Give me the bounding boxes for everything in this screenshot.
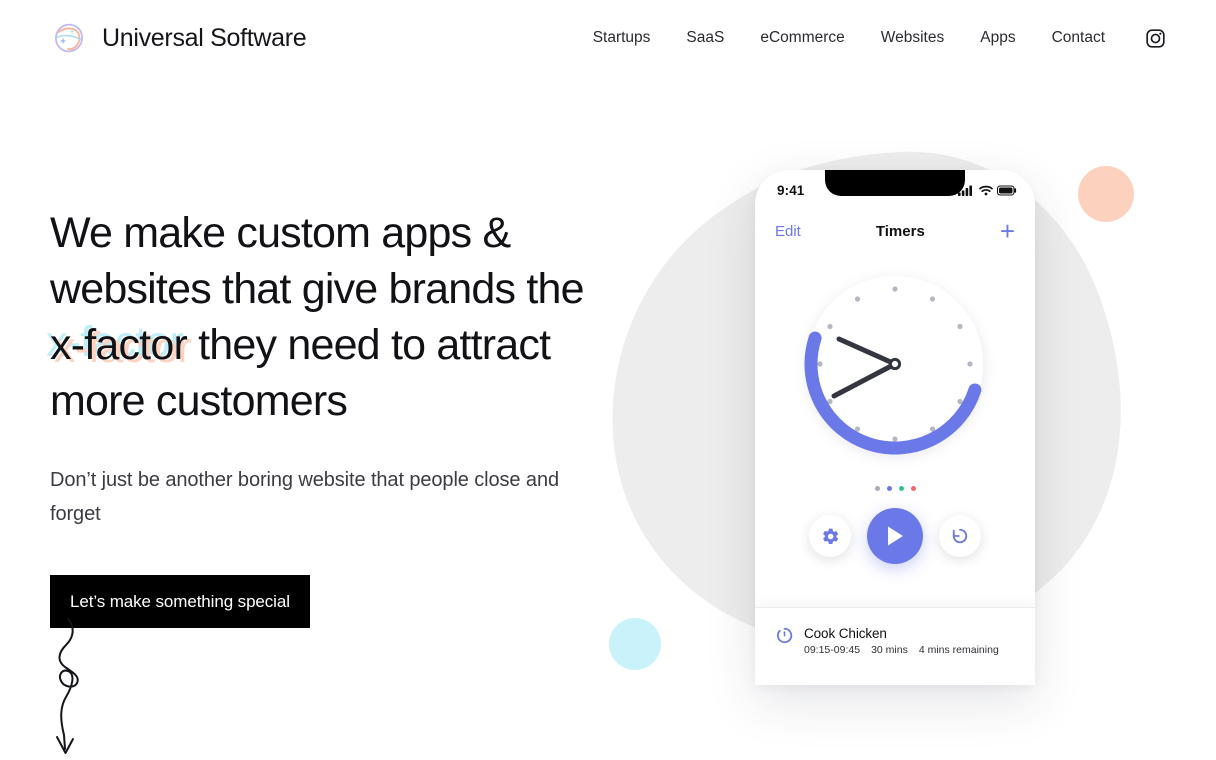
page-title: We make custom apps & websites that give… — [46, 205, 610, 429]
page-dot[interactable] — [874, 486, 880, 491]
instagram-icon — [1146, 28, 1165, 48]
brand-logo[interactable]: Universal Software — [50, 19, 307, 57]
hero-illustration: 9:41 Edit Timers + Cook Chicken 09:15-09… — [600, 130, 1200, 690]
page-dot[interactable] — [886, 486, 892, 491]
headline-text-leading: We make custom apps & websites that give… — [50, 209, 585, 313]
nav-item-saas[interactable]: SaaS — [686, 29, 724, 47]
play-icon — [888, 526, 903, 546]
timer-remaining: 4 mins remaining — [918, 644, 999, 656]
timer-controls — [755, 508, 1035, 564]
page-dot[interactable] — [898, 486, 904, 491]
decorative-peach-circle — [1078, 166, 1134, 222]
nav-item-apps[interactable]: Apps — [980, 29, 1015, 47]
edit-button[interactable]: Edit — [775, 223, 801, 240]
status-time: 9:41 — [777, 182, 805, 198]
orb-logo-icon — [50, 19, 88, 57]
highlight-foreground: x-factor — [50, 321, 188, 369]
timer-list-item[interactable]: Cook Chicken 09:15-09:45 30 mins 4 mins … — [755, 607, 1035, 685]
phone-nav-bar: Edit Timers + — [755, 214, 1035, 248]
reset-button[interactable] — [939, 515, 981, 557]
nav-item-contact[interactable]: Contact — [1052, 29, 1105, 47]
screen-title: Timers — [875, 222, 925, 240]
hero-content: We make custom apps & websites that give… — [46, 205, 610, 628]
restore-counterclockwise-icon — [952, 528, 968, 544]
hero-subheading: Don’t just be another boring website tha… — [50, 469, 559, 525]
phone-notch — [825, 170, 965, 196]
timer-duration: 30 mins — [871, 644, 908, 656]
timer-time-range: 09:15-09:45 — [804, 644, 861, 656]
site-header: Universal Software Startups SaaS eCommer… — [0, 0, 1216, 76]
page-indicator-dots[interactable] — [755, 486, 1035, 491]
nav-item-websites[interactable]: Websites — [881, 29, 944, 47]
headline-highlight: x-factor x-factor x-factor — [46, 317, 192, 373]
timer-circle-icon — [777, 627, 793, 644]
nav-item-startups[interactable]: Startups — [593, 29, 651, 47]
timer-title: Cook Chicken — [804, 626, 887, 641]
timer-clock — [804, 276, 983, 455]
brand-name: Universal Software — [102, 23, 307, 52]
play-button[interactable] — [867, 508, 923, 564]
instagram-link[interactable] — [1141, 28, 1166, 49]
phone-mockup: 9:41 Edit Timers + Cook Chicken 09:15-09… — [755, 170, 1035, 685]
main-navigation: Startups SaaS eCommerce Websites Apps Co… — [593, 28, 1166, 49]
wifi-icon — [979, 185, 993, 195]
page-dot[interactable] — [910, 486, 916, 491]
battery-icon — [997, 185, 1017, 195]
add-timer-button[interactable]: + — [1000, 218, 1015, 244]
clock-area — [755, 258, 1035, 478]
settings-button[interactable] — [809, 515, 851, 557]
nav-item-ecommerce[interactable]: eCommerce — [760, 29, 844, 47]
gear-icon — [822, 528, 838, 544]
decorative-cyan-circle — [609, 618, 661, 670]
squiggle-arrow-icon — [56, 618, 79, 754]
